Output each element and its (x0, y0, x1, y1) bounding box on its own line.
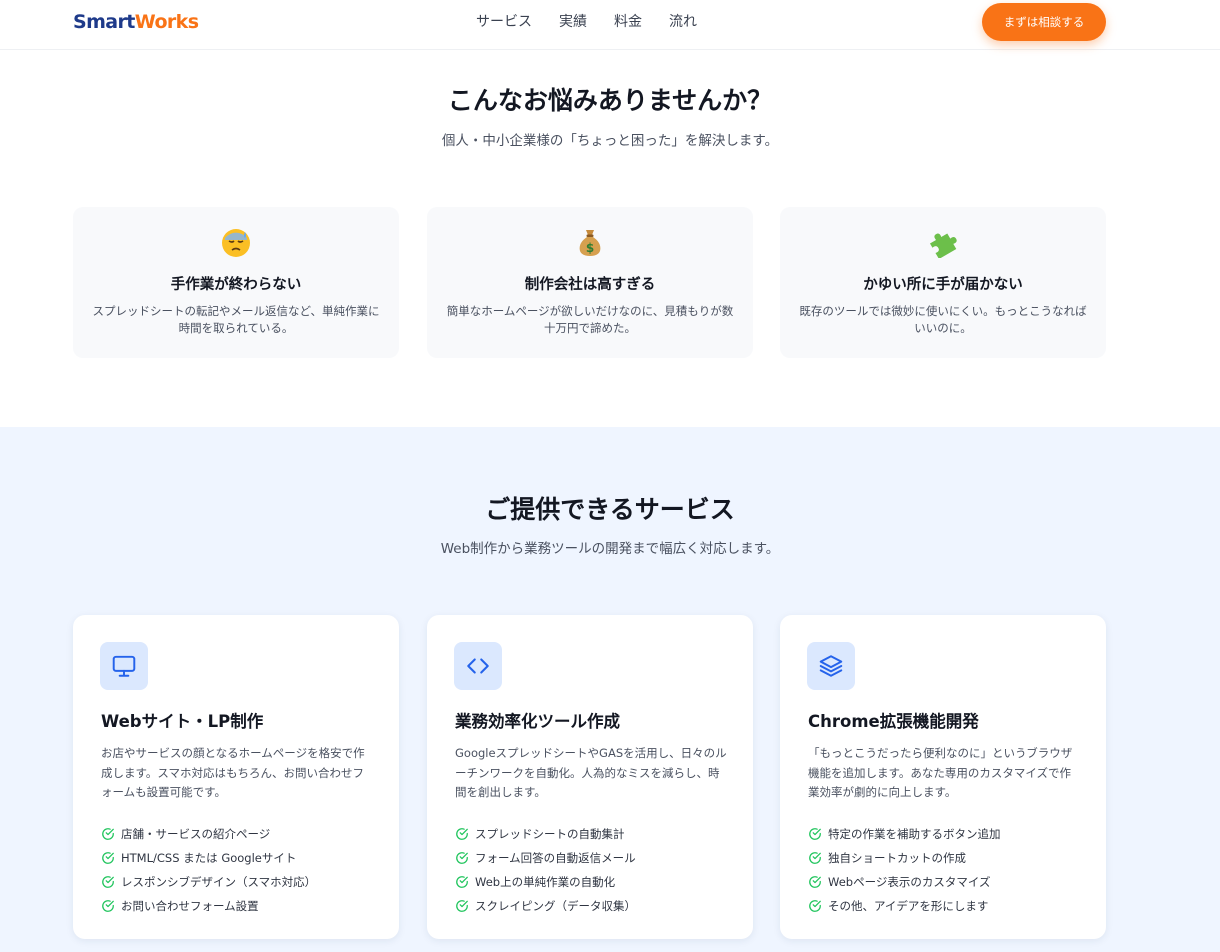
services-subtitle: Web制作から業務ツールの開発まで幅広く対応します。 (440, 541, 780, 557)
logo-works: Works (134, 11, 199, 33)
service-title: 業務効率化ツール作成 (455, 712, 620, 731)
logo-smart: Smart (73, 11, 135, 33)
problem-title: 手作業が終わらない (170, 277, 302, 293)
check-circle-icon (809, 900, 821, 912)
feature-list: スプレッドシートの自動集計 フォーム回答の自動返信メール Web上の単純作業の自… (455, 822, 745, 918)
problem-card-not-fitting: かゆい所に手が届かない 既存のツールでは微妙に使いにくい。もっとこうなればいいの… (780, 207, 1106, 358)
service-card-chrome: Chrome拡張機能開発 「もっとこうだったら便利なのに」というブラウザ機能を追… (780, 615, 1106, 939)
nav-flow[interactable]: 流れ (669, 12, 697, 32)
feature-item: スクレイピング（データ収集） (455, 894, 745, 918)
feature-item: スプレッドシートの自動集計 (455, 822, 745, 846)
service-description: 「もっとこうだったら便利なのに」というブラウザ機能を追加します。あなた専用のカス… (808, 746, 1073, 799)
feature-item: 店舗・サービスの紹介ページ (101, 822, 391, 846)
service-description: GoogleスプレッドシートやGASを活用し、日々のルーチンワークを自動化。人為… (455, 746, 727, 799)
check-circle-icon (102, 876, 114, 888)
problem-title: 制作会社は高すぎる (524, 277, 656, 293)
feature-item: 独自ショートカットの作成 (808, 846, 1098, 870)
feature-item: 特定の作業を補助するボタン追加 (808, 822, 1098, 846)
services-title: ご提供できるサービス (485, 495, 735, 524)
feature-list: 店舗・サービスの紹介ページ HTML/CSS または Googleサイト レスポ… (101, 822, 391, 918)
main-nav: サービス 実績 料金 流れ (476, 12, 697, 32)
nav-pricing[interactable]: 料金 (614, 12, 642, 32)
feature-item: Web上の単純作業の自動化 (455, 870, 745, 894)
feature-item: HTML/CSS または Googleサイト (101, 846, 391, 870)
nav-works[interactable]: 実績 (559, 12, 587, 32)
check-circle-icon (809, 828, 821, 840)
puzzle-piece-icon (780, 226, 1106, 260)
logo[interactable]: SmartWorks (73, 10, 199, 34)
money-bag-icon: $ (427, 226, 753, 260)
check-circle-icon (102, 852, 114, 864)
check-circle-icon (456, 876, 468, 888)
feature-list: 特定の作業を補助するボタン追加 独自ショートカットの作成 Webページ表示のカス… (808, 822, 1098, 918)
problem-text: 簡単なホームページが欲しいだけなのに、見積もりが数十万円で諦めた。 (446, 304, 734, 335)
problem-card-manual-work: 手作業が終わらない スプレッドシートの転記やメール返信など、単純作業に時間を取ら… (73, 207, 399, 358)
check-circle-icon (456, 828, 468, 840)
service-card-tools: 業務効率化ツール作成 GoogleスプレッドシートやGASを活用し、日々のルーチ… (427, 615, 753, 939)
svg-text:$: $ (586, 241, 594, 255)
check-circle-icon (456, 852, 468, 864)
downcast-sweat-face-icon (73, 226, 399, 260)
problem-text: 既存のツールでは微妙に使いにくい。もっとこうなればいいのに。 (799, 304, 1087, 335)
service-title: Webサイト・LP制作 (101, 712, 264, 731)
consult-cta-button[interactable]: まずは相談する (982, 3, 1106, 41)
check-circle-icon (809, 852, 821, 864)
nav-services[interactable]: サービス (476, 12, 532, 32)
code-icon (454, 642, 502, 690)
service-description: お店やサービスの顔となるホームページを格安で作成します。スマホ対応はもちろん、お… (101, 746, 365, 799)
problem-card-expensive: $ 制作会社は高すぎる 簡単なホームページが欲しいだけなのに、見積もりが数十万円… (427, 207, 753, 358)
check-circle-icon (102, 828, 114, 840)
check-circle-icon (809, 876, 821, 888)
check-circle-icon (102, 900, 114, 912)
site-header: SmartWorks サービス 実績 料金 流れ まずは相談する (0, 0, 1220, 50)
feature-item: お問い合わせフォーム設置 (101, 894, 391, 918)
feature-item: フォーム回答の自動返信メール (455, 846, 745, 870)
feature-item: その他、アイデアを形にします (808, 894, 1098, 918)
problem-title: かゆい所に手が届かない (863, 277, 1023, 293)
feature-item: Webページ表示のカスタマイズ (808, 870, 1098, 894)
problems-subtitle: 個人・中小企業様の「ちょっと困った」を解決します。 (441, 133, 779, 149)
feature-item: レスポンシブデザイン（スマホ対応） (101, 870, 391, 894)
layers-icon (807, 642, 855, 690)
problem-text: スプレッドシートの転記やメール返信など、単純作業に時間を取られている。 (92, 304, 380, 335)
problems-title: こんなお悩みありませんか？ (447, 86, 773, 115)
service-card-web: Webサイト・LP制作 お店やサービスの顔となるホームページを格安で作成します。… (73, 615, 399, 939)
service-title: Chrome拡張機能開発 (808, 712, 979, 731)
monitor-icon (100, 642, 148, 690)
check-circle-icon (456, 900, 468, 912)
